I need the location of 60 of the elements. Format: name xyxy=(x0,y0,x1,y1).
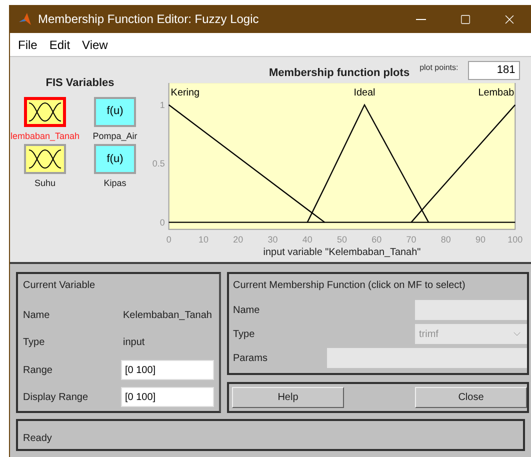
curve-label: Lembab xyxy=(478,87,514,98)
function-label: f(u) xyxy=(106,104,124,120)
variable-name: Pompa_Air xyxy=(92,130,138,143)
x-tick-label: 70 xyxy=(406,234,416,244)
chart-title: Membership function plots xyxy=(269,66,410,82)
membership-curve[interactable] xyxy=(168,104,326,223)
menu-item[interactable]: View xyxy=(76,33,114,56)
curve-label: Ideal xyxy=(354,87,376,98)
field-label: Name xyxy=(23,309,51,324)
variable-block[interactable] xyxy=(24,96,66,126)
dialog-button[interactable]: Close xyxy=(415,387,527,408)
panel-title: FIS Variables xyxy=(46,76,114,91)
plot-points-field[interactable]: 181 xyxy=(468,60,520,80)
membership-curve[interactable] xyxy=(410,104,516,223)
x-tick-label: 100 xyxy=(508,234,523,244)
panel-title: Current Membership Function (click on MF to select) xyxy=(233,279,466,293)
variable-block[interactable]: f(u) xyxy=(94,144,136,174)
y-tick-label: 0.5 xyxy=(152,158,165,168)
variable-block[interactable] xyxy=(24,144,66,174)
field-label: Type xyxy=(23,336,46,350)
field-value: Kelembaban_Tanah xyxy=(123,309,212,324)
x-tick-label: 10 xyxy=(198,234,208,244)
field-label: Display Range xyxy=(23,390,90,405)
variable-name: lembaban_Tanah xyxy=(10,130,80,143)
field-value: input xyxy=(123,336,145,350)
x-axis-label: input variable "Kelembaban_Tanah" xyxy=(263,247,421,258)
maximize-icon xyxy=(460,14,470,24)
variable-name: Kipas xyxy=(104,177,126,190)
variable-block[interactable]: f(u) xyxy=(94,96,136,126)
curve-label: Kering xyxy=(170,87,200,98)
status-text: Ready xyxy=(23,433,52,444)
field-label: Name xyxy=(233,304,261,318)
y-tick-label: 0 xyxy=(160,217,165,228)
panel-title: Current Variable xyxy=(23,279,96,293)
membership-curves-icon xyxy=(28,148,62,170)
range-field[interactable]: [0 100] xyxy=(121,360,214,380)
range-field[interactable]: [0 100] xyxy=(121,387,214,408)
window-title: Membership Function Editor: Fuzzy Logic xyxy=(38,11,259,28)
x-tick-label: 40 xyxy=(302,234,312,244)
menu-item[interactable]: Edit xyxy=(43,33,76,56)
field-label: Params xyxy=(233,352,268,366)
membership-curve[interactable] xyxy=(306,103,430,222)
plot-points-label: plot points: xyxy=(420,62,458,74)
menu-item[interactable]: File xyxy=(12,33,44,56)
x-tick-label: 30 xyxy=(268,234,278,244)
x-tick-label: 50 xyxy=(337,234,347,244)
x-tick-label: 0 xyxy=(166,234,172,244)
y-tick-label: 1 xyxy=(160,100,165,110)
membership-curves-icon xyxy=(28,100,62,122)
dialog-button[interactable]: Help xyxy=(232,387,344,408)
x-tick-label: 90 xyxy=(476,234,486,244)
variable-name: Suhu xyxy=(34,177,56,190)
app-logo-icon xyxy=(18,12,32,26)
x-tick-label: 80 xyxy=(440,234,451,244)
field-label: Type xyxy=(233,328,256,342)
field-label: Range xyxy=(23,364,54,378)
function-label: f(u) xyxy=(106,152,124,167)
minimize-icon xyxy=(416,18,426,20)
x-tick-label: 60 xyxy=(372,234,382,244)
x-tick-label: 20 xyxy=(233,234,244,244)
